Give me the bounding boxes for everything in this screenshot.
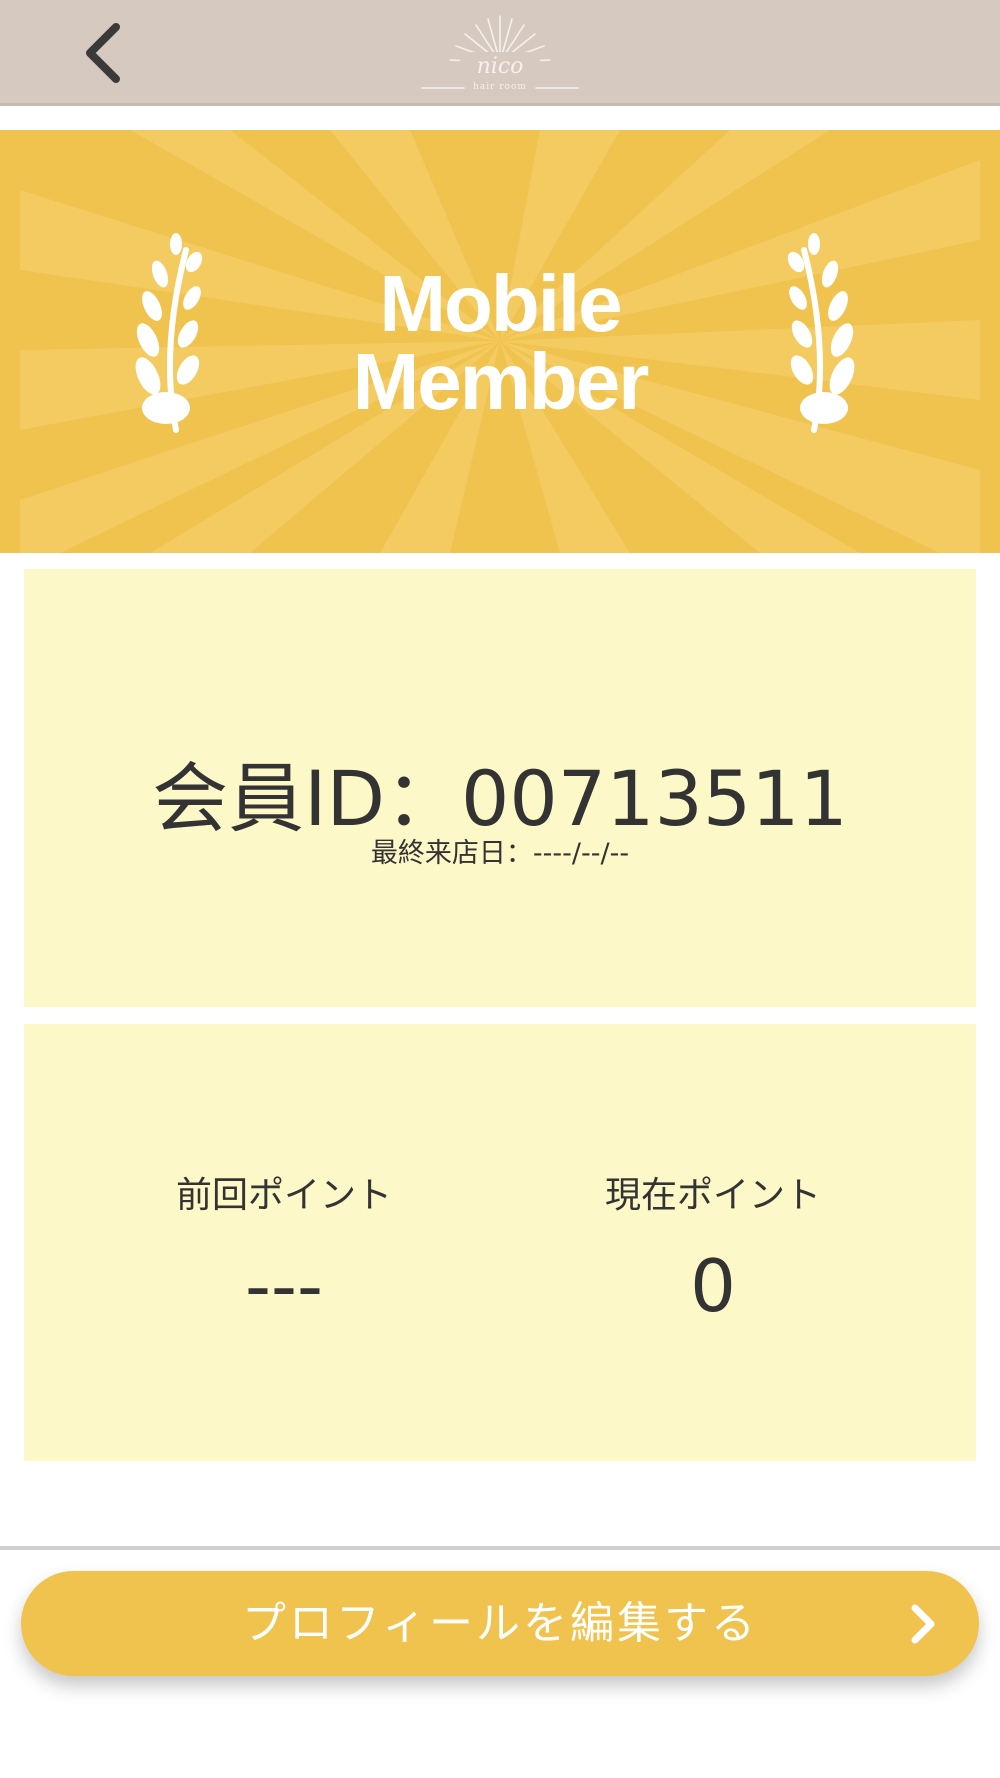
footer-divider (0, 1546, 1000, 1550)
current-points-label: 現在ポイント (604, 1175, 821, 1216)
chevron-right-icon (911, 1604, 935, 1644)
top-bar: nico hair room (0, 0, 1000, 106)
previous-points-label: 前回ポイント (175, 1175, 392, 1216)
points-card: 前回ポイント --- 現在ポイント 0 (24, 1024, 976, 1461)
last-visit-label: 最終来店日： (370, 838, 533, 869)
previous-points-value: --- (245, 1244, 323, 1328)
member-id-card: 会員ID：00713511 最終来店日：----/--/-- (24, 569, 976, 1007)
logo-subtext: hair room (473, 82, 527, 92)
last-visit-value: ----/--/-- (532, 838, 630, 869)
edit-profile-button[interactable]: プロフィールを編集する (21, 1571, 979, 1676)
member-id-label: 会員ID： (152, 754, 462, 843)
logo-text: nico (476, 54, 524, 79)
back-button[interactable] (70, 18, 134, 88)
edit-profile-label: プロフィールを編集する (241, 1598, 759, 1649)
current-points-value: 0 (690, 1244, 736, 1328)
last-visit: 最終来店日：----/--/-- (24, 831, 976, 870)
mobile-member-banner: Mobile Member (0, 130, 1000, 553)
member-id-value: 00713511 (461, 754, 848, 843)
chevron-left-icon (86, 23, 120, 83)
banner-title-line1: Mobile (379, 259, 622, 348)
banner-title-line2: Member (352, 337, 650, 426)
shop-logo: nico hair room (420, 10, 580, 96)
